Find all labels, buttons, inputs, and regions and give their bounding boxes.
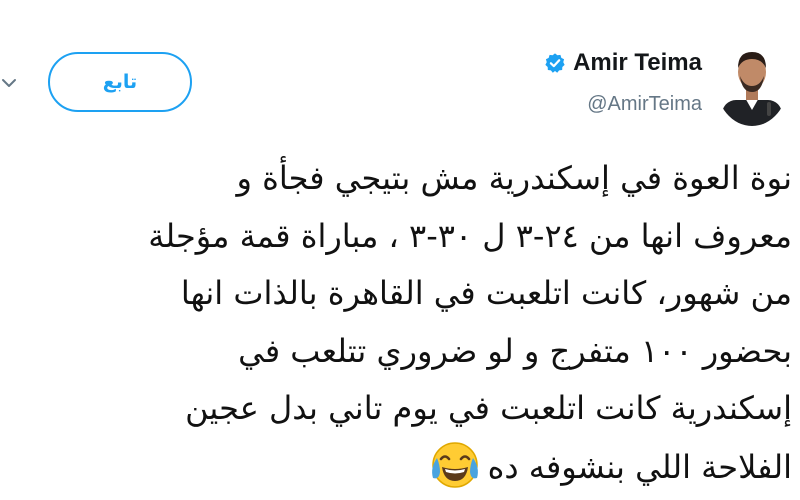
tweet-text: نوة العوة في إسكندرية مش بتيجي فجأة و مع… <box>0 150 792 495</box>
tweet-text-line: نوة العوة في إسكندرية مش بتيجي فجأة و <box>236 159 793 197</box>
tweet-text-line: من شهور، كانت اتلعبت في القاهرة بالذات ا… <box>180 274 792 312</box>
tweet-text-line: بحضور ١٠٠ متفرج و لو ضروري تتلعب في <box>238 331 792 370</box>
tweet-last-line: الفلاحة اللي بنشوفه ده <box>0 438 792 496</box>
avatar[interactable] <box>716 40 788 126</box>
tweet-text-line: معروف انها من ٢٤-٣ ل ٣٠-٣ ، مباراة قمة م… <box>148 216 792 255</box>
chevron-down-icon[interactable] <box>0 74 18 92</box>
verified-badge-icon <box>545 53 565 73</box>
tweet-card: تابع Amir Teima @AmirTeima نوة العوة في … <box>0 0 800 500</box>
follow-button[interactable]: تابع <box>48 52 192 112</box>
face-with-tears-of-joy-icon <box>431 441 478 488</box>
author-name-row: Amir Teima <box>544 49 702 77</box>
author-display-name[interactable]: Amir Teima <box>573 49 702 77</box>
avatar-photo <box>716 40 788 126</box>
tweet-text-line: إسكندرية كانت اتلعبت في يوم تاني بدل عجي… <box>185 389 792 427</box>
tweet-text-line: الفلاحة اللي بنشوفه ده <box>487 447 792 486</box>
author-handle[interactable]: @AmirTeima <box>587 92 702 116</box>
